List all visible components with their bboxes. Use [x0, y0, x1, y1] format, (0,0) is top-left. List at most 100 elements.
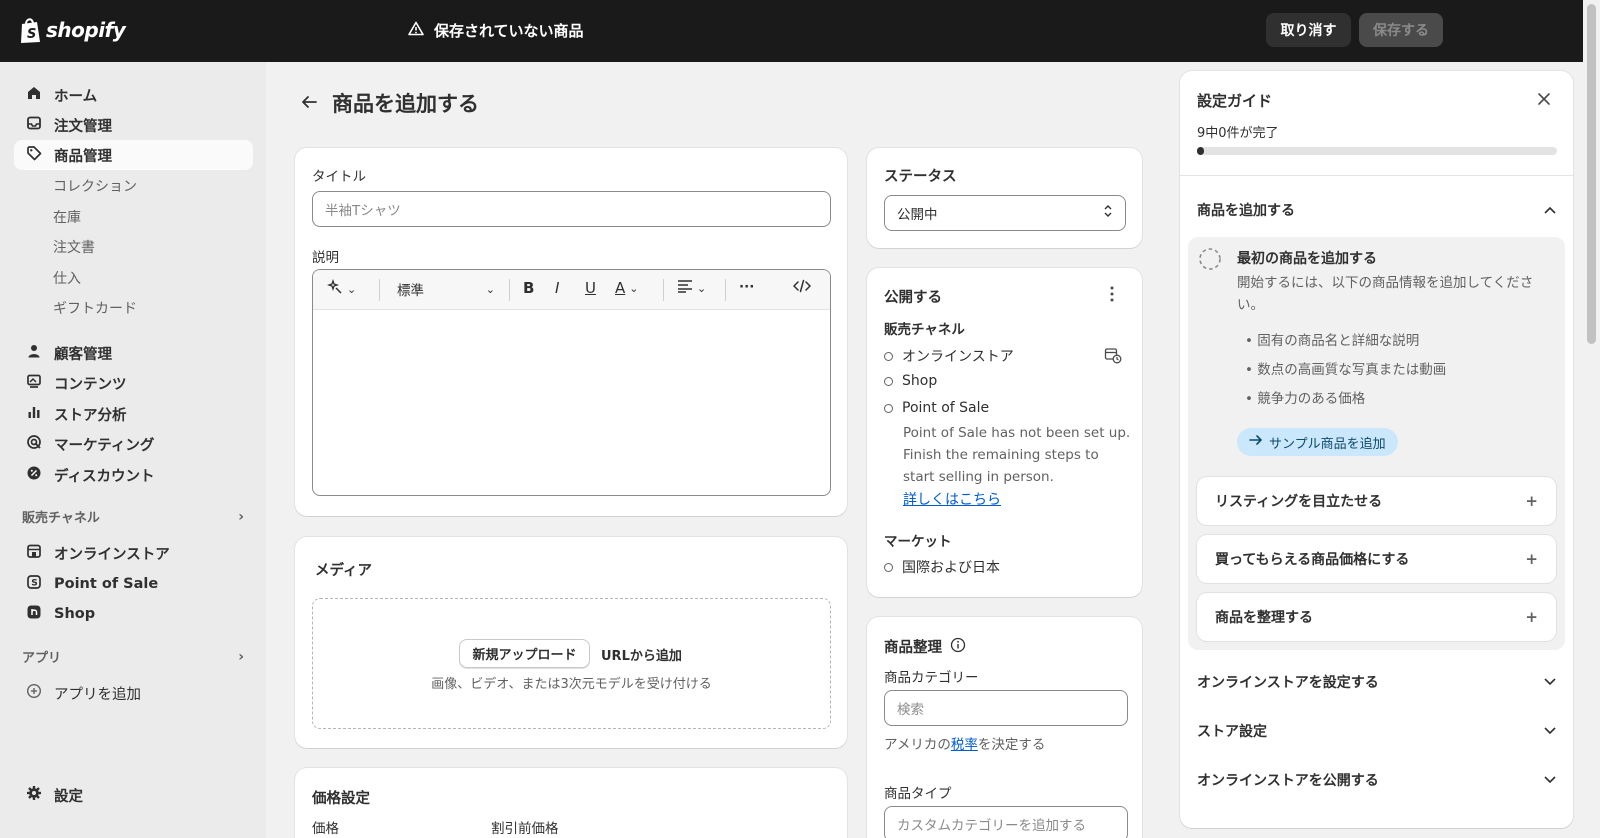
page-title: 商品を追加する — [332, 92, 479, 116]
sidebar-subitem-transfers[interactable]: 仕入 — [53, 268, 81, 288]
status-select[interactable]: 公開中 — [884, 195, 1126, 231]
align-button[interactable]: ⌄ — [677, 279, 706, 297]
sidebar-subitem-gift-cards[interactable]: ギフトカード — [53, 298, 137, 318]
chevron-down-icon — [1544, 674, 1556, 690]
sidebar: ホーム 注文管理 商品管理 コレクション 在庫 注文書 仕入 ギフトカード 顧客… — [0, 62, 266, 838]
calendar-clock-icon[interactable] — [1104, 346, 1122, 368]
sidebar-item-discounts[interactable]: ディスカウント — [14, 460, 253, 490]
save-button[interactable]: 保存する — [1359, 13, 1443, 47]
guide-section-online-store-setup[interactable]: オンラインストアを設定する — [1197, 672, 1556, 692]
market-dot — [884, 562, 893, 572]
step-set-price[interactable]: 買ってもらえる商品価格にする + — [1197, 535, 1556, 583]
sidebar-item-settings[interactable]: 設定 — [14, 780, 253, 810]
media-card: メディア 新規アップロード URLから追加 画像、ビデオ、または3次元モデルを受… — [295, 537, 847, 748]
back-arrow-icon[interactable] — [300, 91, 318, 115]
sidebar-item-customers[interactable]: 顧客管理 — [14, 338, 253, 368]
product-type-input[interactable]: カスタムカテゴリーを追加する — [884, 806, 1128, 838]
sidebar-channel-shop[interactable]: Shop — [14, 599, 253, 629]
sidebar-item-products[interactable]: 商品管理 — [14, 140, 253, 170]
sales-channels-section[interactable]: 販売チャネル › — [22, 507, 244, 527]
bold-icon: B — [523, 279, 535, 297]
organization-title: 商品整理 — [884, 640, 942, 656]
tax-note: アメリカの税率を決定する — [884, 733, 1045, 753]
guide-section-title: 商品を追加する — [1197, 203, 1295, 219]
dashed-circle-icon[interactable] — [1198, 247, 1222, 275]
sidebar-item-label: ホーム — [54, 88, 98, 105]
svg-text:S: S — [31, 579, 37, 589]
pos-note: Point of Sale has not been set up. Finis… — [903, 425, 1131, 485]
bullet-item: • 競争力のある価格 — [1245, 391, 1366, 407]
sidebar-channel-online-store[interactable]: オンラインストア — [14, 538, 253, 568]
channel-name: Shop — [902, 373, 938, 389]
ai-magic-button[interactable]: ⌄ — [326, 278, 356, 299]
sidebar-item-label: 注文管理 — [54, 118, 112, 135]
sidebar-channel-pos[interactable]: S Point of Sale — [14, 569, 253, 599]
gear-icon — [26, 785, 42, 805]
italic-button[interactable]: I — [555, 279, 559, 297]
media-hint: 画像、ビデオ、または3次元モデルを受け付ける — [431, 677, 712, 692]
editor-toolbar: ⌄ 標準 ⌄ B I U A ⌄ ⌄ ··· — [313, 270, 830, 310]
description-editor[interactable]: ⌄ 標準 ⌄ B I U A ⌄ ⌄ ··· — [312, 269, 831, 496]
scrollbar-thumb[interactable] — [1587, 4, 1596, 344]
category-search-input[interactable]: 検索 — [884, 690, 1128, 726]
plus-icon: + — [1525, 492, 1538, 510]
discard-button[interactable]: 取り消す — [1266, 13, 1351, 47]
bullet-text: 固有の商品名と詳細な説明 — [1257, 333, 1420, 349]
media-dropzone[interactable]: 新規アップロード URLから追加 画像、ビデオ、または3次元モデルを受け付ける — [312, 598, 831, 729]
plus-icon: + — [1525, 608, 1538, 626]
chevron-down-icon — [1544, 772, 1556, 788]
format-select[interactable]: 標準 ⌄ — [397, 279, 495, 300]
sidebar-item-label: Point of Sale — [54, 576, 159, 592]
page-scrollbar[interactable] — [1583, 0, 1600, 838]
sidebar-subitem-inventory[interactable]: 在庫 — [53, 207, 81, 227]
sidebar-item-content[interactable]: コンテンツ — [14, 368, 253, 398]
guide-section-publish-store[interactable]: オンラインストアを公開する — [1197, 770, 1556, 790]
sidebar-subitem-purchase-orders[interactable]: 注文書 — [53, 237, 95, 257]
toolbar-divider — [725, 279, 726, 301]
underline-button[interactable]: U — [585, 279, 596, 297]
sidebar-item-marketing[interactable]: マーケティング — [14, 429, 253, 459]
learn-more-link[interactable]: 詳しくはこちら — [903, 489, 1001, 509]
channel-online-store: オンラインストア — [884, 346, 1014, 366]
title-input[interactable]: 半袖Tシャツ — [312, 191, 831, 227]
upload-new-button[interactable]: 新規アップロード — [459, 639, 590, 668]
toolbar-divider — [663, 279, 664, 301]
shopify-logo[interactable]: S shopify — [18, 16, 126, 44]
guide-section-store-settings[interactable]: ストア設定 — [1197, 721, 1556, 741]
first-step-title: 最初の商品を追加する — [1237, 251, 1377, 267]
more-options-button[interactable]: ··· — [739, 279, 754, 295]
first-step-desc: 開始するには、以下の商品情報を追加してください。 — [1237, 275, 1534, 313]
sidebar-item-home[interactable]: ホーム — [14, 80, 253, 110]
product-organization-card: 商品整理 商品カテゴリー 検索 アメリカの税率を決定する 商品タイプ カスタムカ… — [867, 617, 1142, 838]
target-icon — [26, 434, 42, 454]
close-icon[interactable] — [1537, 92, 1551, 110]
tax-rate-link[interactable]: 税率 — [951, 737, 978, 753]
step-make-listing-stand-out[interactable]: リスティングを目立たせる + — [1197, 477, 1556, 525]
text-color-button[interactable]: A ⌄ — [615, 279, 638, 297]
channel-dot — [884, 403, 893, 413]
chevron-down-icon: ⌄ — [485, 282, 495, 296]
bold-button[interactable]: B — [523, 279, 534, 297]
tax-prefix: アメリカの — [884, 737, 951, 753]
price-label: 価格 — [312, 821, 339, 837]
page-header: 商品を追加する — [300, 88, 479, 118]
info-icon[interactable] — [950, 637, 966, 657]
more-horizontal-icon: ··· — [739, 279, 755, 295]
sidebar-subitem-collections[interactable]: コレクション — [53, 176, 137, 196]
guide-section-add-product[interactable]: 商品を追加する — [1197, 200, 1556, 220]
section-label-text: 販売チャネル — [22, 511, 100, 526]
pricing-card: 価格設定 価格 割引前価格 — [295, 768, 847, 838]
sidebar-item-orders[interactable]: 注文管理 — [14, 110, 253, 140]
sidebar-item-label: 設定 — [54, 788, 83, 805]
add-app-button[interactable]: アプリを追加 — [14, 678, 253, 708]
add-sample-product-button[interactable]: サンプル商品を追加 — [1237, 428, 1398, 456]
toolbar-divider — [509, 279, 510, 301]
apps-section[interactable]: アプリ › — [22, 647, 244, 667]
sidebar-item-analytics[interactable]: ストア分析 — [14, 399, 253, 429]
step-organize-product[interactable]: 商品を整理する + — [1197, 593, 1556, 641]
setup-guide-panel: 設定ガイド 9中0件が完了 商品を追加する 最初の商品を追加する 開始するには、… — [1180, 71, 1573, 828]
add-from-url-button[interactable]: URLから追加 — [601, 645, 682, 664]
more-vertical-icon[interactable] — [1110, 286, 1114, 306]
html-code-button[interactable] — [792, 279, 812, 297]
plus-icon: + — [1525, 550, 1538, 568]
